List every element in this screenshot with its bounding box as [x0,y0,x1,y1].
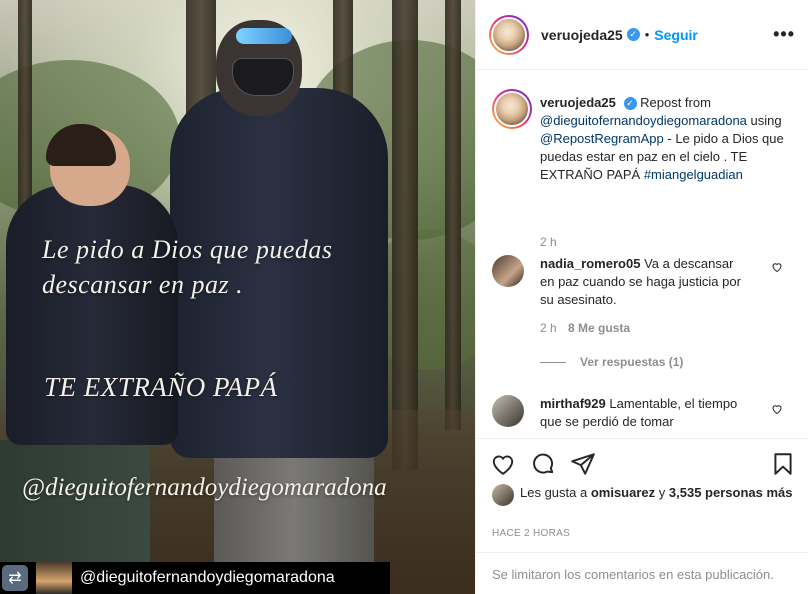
post-time-ago[interactable]: HACE 2 HORAS [492,528,570,539]
comments-list[interactable]: veruojeda25 ✓ Repost from @dieguitoferna… [476,71,808,438]
post-side-panel: veruojeda25 ✓ • Seguir ••• veruojeda25 ✓… [475,0,808,594]
caption-text-part: Repost from [640,95,711,110]
share-paper-plane-icon[interactable] [570,451,598,479]
caption-text: veruojeda25 ✓ Repost from @dieguitoferna… [540,94,794,184]
man-sunglasses [236,28,292,44]
verified-badge-icon: ✓ [623,97,637,111]
overlay-text-line-2: descansar en paz . [42,270,244,299]
likes-prefix: Les gusta a [520,485,588,500]
photo-tree-trunk [392,0,418,470]
caption-text-part: using [750,113,782,128]
comment-bubble-icon[interactable] [530,451,558,479]
caption-hashtag[interactable]: #miangelguadian [644,167,743,182]
comment-username[interactable]: mirthaf929 [540,396,606,411]
comment-text: mirthaf929 Lamentable, el tiempo que se … [540,395,750,431]
man-face-mask [232,58,294,96]
comment-likes[interactable]: 8 Me gusta [568,321,630,335]
boy-jacket [6,185,178,445]
repost-attribution-bar: ⇄ @dieguitofernandoydiegomaradona [0,562,390,594]
verified-badge-icon: ✓ [626,28,640,41]
post-photo[interactable]: Le pido a Dios que puedas descansar en p… [0,0,475,594]
author-avatar[interactable] [489,14,529,55]
comment-avatar[interactable] [492,255,524,287]
save-bookmark-icon[interactable] [770,451,798,479]
overlay-text-line-3: TE EXTRAÑO PAPÁ [44,372,278,402]
caption-time[interactable]: 2 h [540,235,600,249]
likes-connector: y [658,485,666,500]
comment-like-heart-icon[interactable] [771,403,783,415]
likes-count-button[interactable]: 3,535 personas más [669,485,793,500]
separator-dot: • [644,27,650,42]
comment-like-heart-icon[interactable] [771,261,783,273]
likes-summary: Les gusta a omisuarez y 3,535 personas m… [492,484,800,506]
view-replies-button[interactable]: Ver respuestas (1) [540,355,740,369]
caption-mention-source[interactable]: @dieguitofernandoydiegomaradona [540,113,747,128]
post-actions-bar [476,438,808,488]
overlay-handle: @dieguitofernandoydiegomaradona [22,474,387,501]
likes-text: Les gusta a omisuarez y 3,535 personas m… [520,484,800,506]
comments-limited-notice: Se limitaron los comentarios en esta pub… [476,552,808,594]
comment-text: nadia_romero05 Va a descansar en paz cua… [540,255,750,309]
repost-source-avatar [36,562,72,594]
photo-tree-trunk [445,0,461,430]
comment-time[interactable]: 2 h [540,321,557,335]
author-username[interactable]: veruojeda25 [541,27,623,43]
liker-username[interactable]: omisuarez [591,485,655,500]
overlay-text-line-1: Le pido a Dios que puedas [42,235,333,264]
replies-line [540,361,566,363]
post-header: veruojeda25 ✓ • Seguir ••• [476,0,808,70]
follow-button[interactable]: Seguir [654,27,698,43]
repost-source-name: @dieguitofernandoydiegomaradona [80,569,335,586]
caption-mention-app[interactable]: @RepostRegramApp [540,131,664,146]
more-options-icon[interactable]: ••• [773,24,795,45]
repost-app-icon: ⇄ [2,565,28,591]
view-replies-label[interactable]: Ver respuestas (1) [580,355,683,369]
like-heart-icon[interactable] [490,451,518,479]
caption-username[interactable]: veruojeda25 [540,95,616,110]
comment-meta: 2 h 8 Me gusta [540,321,700,335]
liker-avatar[interactable] [492,484,514,506]
comment-avatar[interactable] [492,395,524,427]
caption-author-avatar[interactable] [492,89,532,129]
comment-username[interactable]: nadia_romero05 [540,256,640,271]
